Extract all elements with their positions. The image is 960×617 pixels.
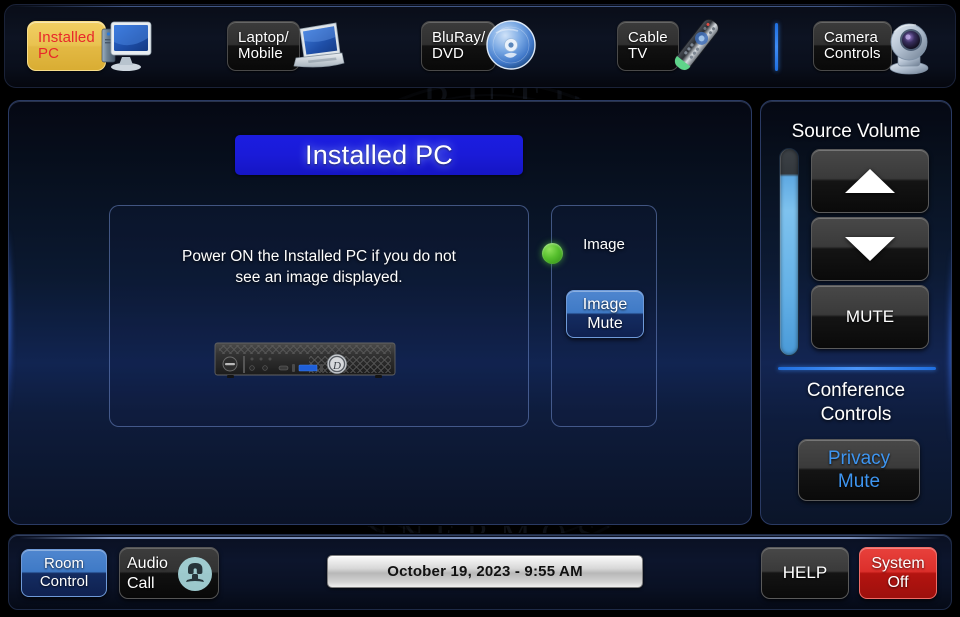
volume-down-button[interactable] (811, 217, 929, 281)
tab-bluray-dvd[interactable]: BluRay/ DVD (421, 15, 544, 77)
system-off-line1: System (871, 554, 924, 573)
disc-icon (480, 17, 544, 75)
audio-call-label: Audio Call (127, 554, 168, 594)
image-section-title: Image (552, 236, 656, 253)
tab-label-line1: BluRay/ (432, 30, 485, 46)
help-button[interactable]: HELP (761, 547, 849, 599)
dell-optiplex-micro-pc-image: D (213, 339, 399, 381)
instruction-box: Power ON the Installed PC if you do not … (109, 205, 529, 427)
source-volume-title: Source Volume (761, 121, 951, 143)
laptop-icon (284, 17, 348, 75)
instruction-line-2: see an image displayed. (110, 267, 528, 288)
remote-control-icon (663, 15, 727, 77)
help-label: HELP (783, 563, 827, 583)
system-off-line2: Off (887, 573, 908, 592)
main-content-panel: Installed PC Power ON the Installed PC i… (8, 100, 752, 525)
volume-mute-label: MUTE (846, 307, 894, 327)
privacy-mute-button[interactable]: Privacy Mute (798, 439, 920, 501)
room-control-button[interactable]: Room Control (21, 549, 107, 597)
audio-call-button[interactable]: Audio Call (119, 547, 219, 599)
section-divider (778, 367, 936, 370)
ptz-camera-icon (876, 16, 942, 76)
room-control-line1: Room (44, 555, 84, 573)
tab-label-line1: Laptop/ (238, 30, 289, 46)
tab-label-line1: Camera (824, 30, 881, 46)
volume-mute-button[interactable]: MUTE (811, 285, 929, 349)
audio-call-line2: Call (127, 574, 168, 594)
desktop-computer-icon (90, 17, 154, 75)
volume-up-arrow-icon (845, 169, 895, 193)
tab-label-line2: Mobile (238, 46, 289, 62)
image-mute-button[interactable]: Image Mute (566, 290, 644, 338)
privacy-mute-line1: Privacy (828, 447, 890, 470)
bottom-toolbar: Room Control Audio Call October 19, 2023… (8, 534, 952, 610)
source-title-banner: Installed PC (235, 135, 523, 175)
tab-group-divider (775, 23, 778, 71)
tab-installed-pc[interactable]: Installed PC (27, 15, 154, 77)
svg-text:D: D (332, 360, 341, 372)
conference-title-line2: Controls (761, 403, 951, 427)
volume-up-button[interactable] (811, 149, 929, 213)
volume-down-arrow-icon (845, 237, 895, 261)
audio-call-line1: Audio (127, 554, 168, 574)
status-led-indicator (542, 243, 563, 264)
volume-level-slider[interactable] (779, 148, 799, 356)
image-mute-label-line1: Image (583, 295, 627, 314)
datetime-text: October 19, 2023 - 9:55 AM (387, 563, 583, 580)
room-control-line2: Control (40, 573, 88, 591)
system-off-button[interactable]: System Off (859, 547, 937, 599)
privacy-mute-line2: Mute (838, 470, 880, 493)
telephone-icon (176, 555, 214, 598)
source-tab-bar: Installed PC (4, 4, 956, 88)
conference-title-line1: Conference (761, 379, 951, 403)
datetime-display: October 19, 2023 - 9:55 AM (327, 555, 643, 588)
tab-laptop-mobile[interactable]: Laptop/ Mobile (227, 15, 348, 77)
conference-controls-title: Conference Controls (761, 379, 951, 427)
tab-camera-controls[interactable]: Camera Controls (813, 15, 942, 77)
right-control-panel: Source Volume MUTE Conference Controls P… (760, 100, 952, 525)
image-mute-label-line2: Mute (587, 314, 623, 333)
image-control-box: Image Image Mute (551, 205, 657, 427)
tab-label-line2: PC (38, 46, 95, 62)
tab-cable-tv[interactable]: Cable TV (617, 15, 727, 77)
source-title-text: Installed PC (305, 140, 453, 171)
tab-label-line2: DVD (432, 46, 485, 62)
tab-label-line1: Installed (38, 30, 95, 46)
instruction-text: Power ON the Installed PC if you do not … (110, 246, 528, 288)
tab-label-line2: Controls (824, 46, 881, 62)
instruction-line-1: Power ON the Installed PC if you do not (110, 246, 528, 267)
